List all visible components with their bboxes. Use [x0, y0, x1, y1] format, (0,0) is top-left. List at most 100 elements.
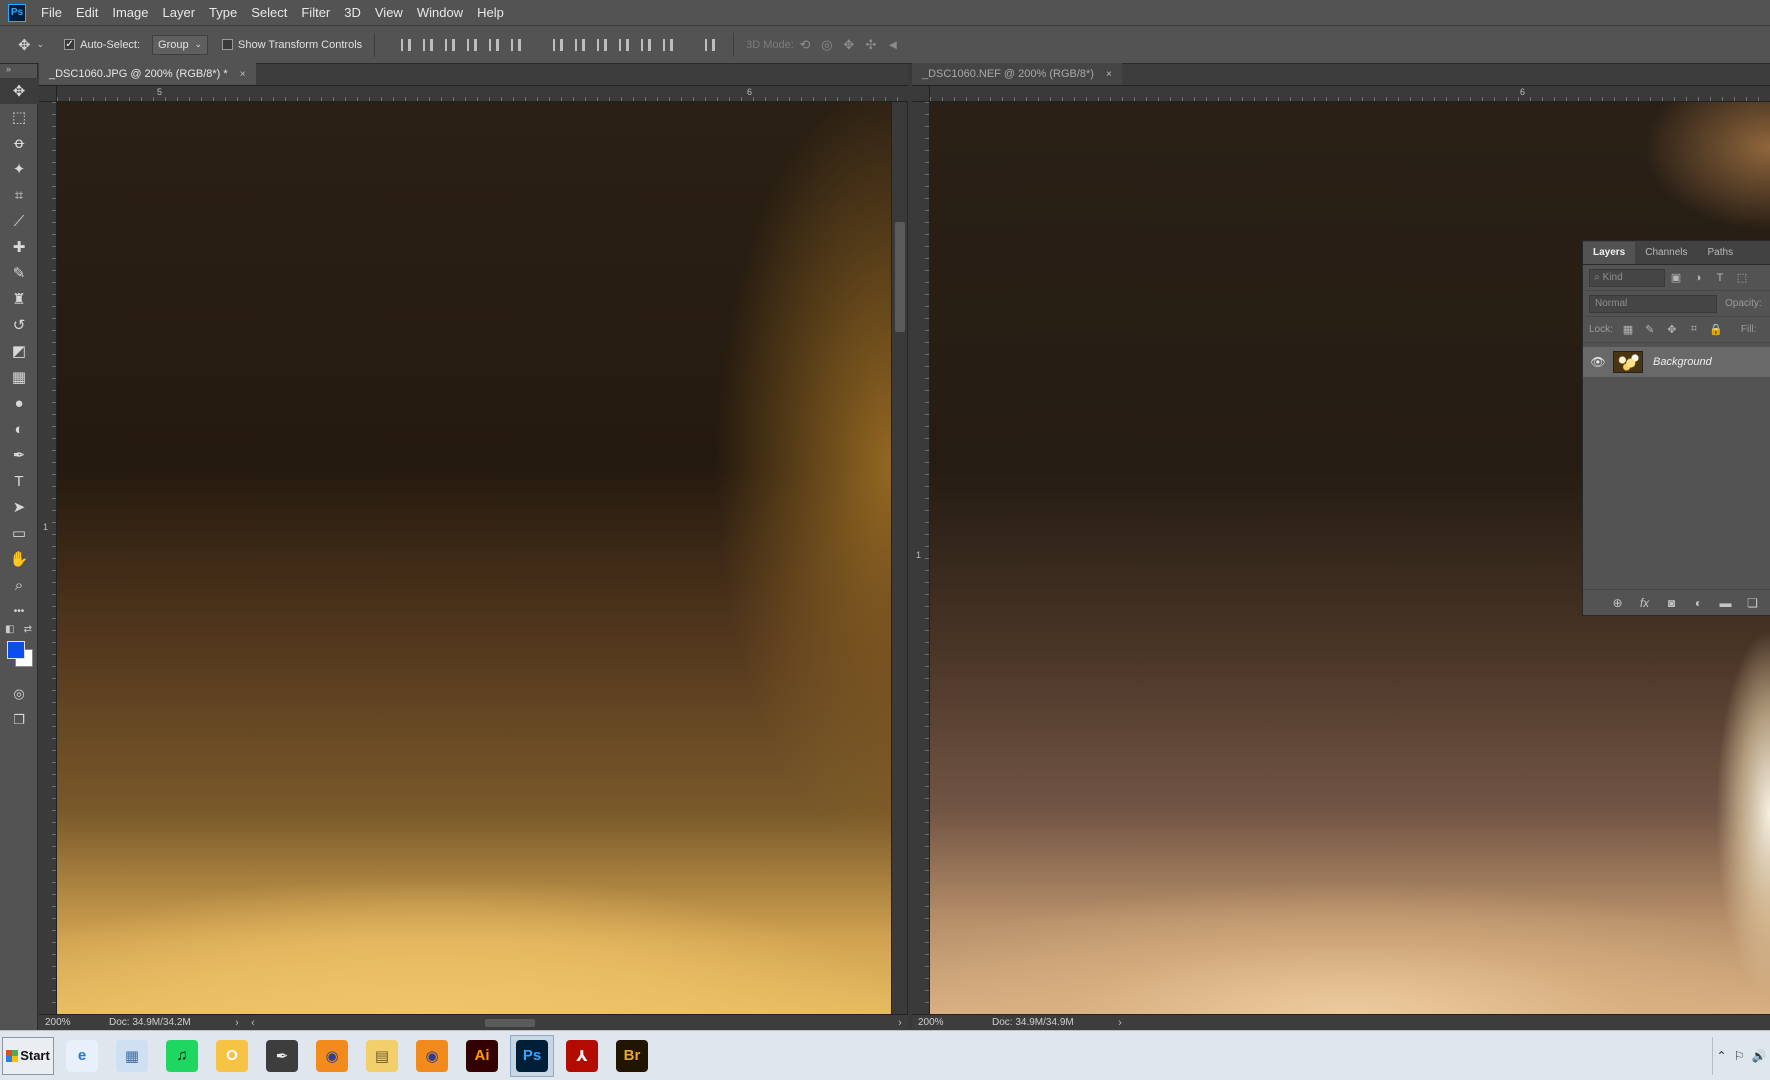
adjustment-filter-icon[interactable]: ◑ — [1687, 272, 1709, 284]
lock-transparent-icon[interactable]: ▦ — [1617, 323, 1639, 336]
lock-position-icon[interactable]: ✥ — [1661, 323, 1683, 336]
lasso-tool-icon[interactable]: ꝋ — [0, 130, 38, 156]
lock-artboard-icon[interactable]: ⌗ — [1683, 323, 1705, 336]
layer-thumbnail[interactable] — [1613, 351, 1643, 373]
vertical-ruler[interactable]: 1 — [39, 102, 57, 1014]
taskbar-app-calculator[interactable]: ▦ — [110, 1035, 154, 1077]
new-layer-icon[interactable]: ❏ — [1739, 596, 1766, 610]
checkbox-unchecked-icon[interactable] — [222, 39, 234, 50]
scroll-thumb[interactable] — [895, 222, 905, 332]
scroll-right-icon[interactable]: › — [892, 1017, 908, 1029]
zoom-level[interactable]: 200% — [39, 1017, 99, 1028]
auto-align-layers-button[interactable] — [699, 35, 721, 55]
screen-mode-icon[interactable]: ❐ — [0, 707, 38, 733]
scroll-left-icon[interactable]: ‹ — [245, 1017, 261, 1029]
collapse-toolbar-icon[interactable]: » — [0, 64, 37, 78]
quick-mask-icon[interactable]: ◎ — [0, 681, 38, 707]
show-hidden-icons-icon[interactable]: ⌃ — [1717, 1049, 1727, 1063]
type-tool-icon[interactable]: T — [0, 468, 38, 494]
eyedropper-tool-icon[interactable]: ⟋ — [0, 208, 38, 234]
document-size-info[interactable]: Doc: 34.9M/34.9M — [972, 1017, 1112, 1028]
history-brush-tool-icon[interactable]: ↺ — [0, 312, 38, 338]
crop-tool-icon[interactable]: ⌗ — [0, 182, 38, 208]
close-icon[interactable]: × — [240, 69, 246, 80]
magic-wand-tool-icon[interactable]: ✦ — [0, 156, 38, 182]
shape-filter-icon[interactable]: ⬚ — [1731, 271, 1753, 284]
horizontal-ruler[interactable]: 5 6 — [57, 86, 908, 102]
taskbar-app-acrobat[interactable]: ⅄ — [560, 1035, 604, 1077]
move-tool-preset-icon[interactable]: ✥ — [18, 36, 31, 54]
lock-image-icon[interactable]: ✎ — [1639, 323, 1661, 336]
3d-roll-icon[interactable]: ◎ — [816, 37, 838, 53]
3d-scale-icon[interactable]: ◄ — [882, 37, 904, 52]
distribute-right-button[interactable] — [657, 35, 679, 55]
volume-icon[interactable]: 🔊 — [1751, 1049, 1766, 1063]
vertical-ruler[interactable]: 1 — [912, 102, 930, 1014]
auto-select-target-dropdown[interactable]: Group ⌄ — [152, 34, 209, 55]
action-center-flag-icon[interactable]: ⚐ — [1734, 1049, 1745, 1063]
layer-row-background[interactable]: 👁 Background — [1583, 347, 1770, 377]
taskbar-app-outlook[interactable]: O — [210, 1035, 254, 1077]
3d-orbit-icon[interactable]: ⟲ — [794, 37, 816, 53]
more-tools-icon[interactable]: ••• — [0, 598, 38, 624]
align-top-edges-button[interactable] — [395, 35, 417, 55]
layer-name[interactable]: Background — [1653, 356, 1712, 368]
tab-channels[interactable]: Channels — [1635, 242, 1697, 264]
close-icon[interactable]: × — [1106, 69, 1112, 80]
distribute-top-button[interactable] — [547, 35, 569, 55]
tab-layers[interactable]: Layers — [1583, 242, 1636, 264]
add-mask-icon[interactable]: ◙ — [1658, 596, 1685, 610]
gradient-tool-icon[interactable]: ▦ — [0, 364, 38, 390]
brush-tool-icon[interactable]: ✎ — [0, 260, 38, 286]
visibility-eye-icon[interactable]: 👁 — [1583, 355, 1613, 369]
taskbar-app-photoshop[interactable]: Ps — [510, 1034, 554, 1077]
menu-file[interactable]: File — [34, 0, 69, 26]
3d-pan-icon[interactable]: ✥ — [838, 37, 860, 53]
foreground-color-swatch[interactable] — [7, 641, 25, 659]
horizontal-ruler[interactable]: 6 — [930, 86, 1770, 102]
link-layers-icon[interactable]: ⊕ — [1604, 596, 1631, 610]
healing-brush-tool-icon[interactable]: ✚ — [0, 234, 38, 260]
taskbar-app-internet-explorer[interactable]: e — [60, 1035, 104, 1077]
align-bottom-edges-button[interactable] — [439, 35, 461, 55]
taskbar-app-file-explorer[interactable]: ▤ — [360, 1035, 404, 1077]
pen-tool-icon[interactable]: ✒ — [0, 442, 38, 468]
eraser-tool-icon[interactable]: ◩ — [0, 338, 38, 364]
distribute-vcenter-button[interactable] — [569, 35, 591, 55]
align-left-edges-button[interactable] — [461, 35, 483, 55]
taskbar-app-firefox[interactable]: ◉ — [310, 1035, 354, 1077]
image-canvas[interactable] — [57, 102, 891, 1014]
chevron-right-icon[interactable]: › — [1112, 1017, 1128, 1029]
ruler-corner[interactable] — [912, 86, 930, 102]
menu-window[interactable]: Window — [410, 0, 470, 26]
blur-tool-icon[interactable]: ● — [0, 390, 38, 416]
checkbox-checked-icon[interactable]: ✓ — [64, 39, 76, 50]
document-tab-jpg[interactable]: _DSC1060.JPG @ 200% (RGB/8*) * × — [39, 63, 256, 85]
vertical-scrollbar[interactable] — [891, 102, 907, 1014]
taskbar-app-pen-app[interactable]: ✒ — [260, 1035, 304, 1077]
chevron-right-icon[interactable]: › — [229, 1017, 245, 1029]
distribute-hcenter-button[interactable] — [635, 35, 657, 55]
menu-view[interactable]: View — [368, 0, 410, 26]
horizontal-scrollbar[interactable] — [265, 1017, 892, 1029]
document-tab-nef[interactable]: _DSC1060.NEF @ 200% (RGB/8*) × — [912, 63, 1122, 85]
auto-select-checkbox[interactable]: ✓ Auto-Select: — [64, 39, 140, 51]
dodge-tool-icon[interactable]: ◐ — [0, 416, 38, 442]
taskbar-app-bridge[interactable]: Br — [610, 1035, 654, 1077]
tab-paths[interactable]: Paths — [1698, 242, 1744, 264]
hand-tool-icon[interactable]: ✋ — [0, 546, 38, 572]
marquee-tool-icon[interactable]: ⬚ — [0, 104, 38, 130]
lock-all-icon[interactable]: 🔒 — [1705, 323, 1727, 336]
show-transform-controls-checkbox[interactable]: Show Transform Controls — [222, 39, 362, 51]
menu-layer[interactable]: Layer — [156, 0, 203, 26]
3d-slide-icon[interactable]: ✣ — [860, 37, 882, 53]
distribute-left-button[interactable] — [613, 35, 635, 55]
type-filter-icon[interactable]: T — [1709, 272, 1731, 284]
align-right-edges-button[interactable] — [505, 35, 527, 55]
layer-style-icon[interactable]: fx — [1631, 596, 1658, 610]
taskbar-app-firefox-2[interactable]: ◉ — [410, 1035, 454, 1077]
pixel-filter-icon[interactable]: ▣ — [1665, 271, 1687, 284]
distribute-bottom-button[interactable] — [591, 35, 613, 55]
blend-mode-dropdown[interactable]: Normal — [1589, 294, 1717, 313]
move-tool-icon[interactable]: ✥ — [0, 78, 38, 104]
